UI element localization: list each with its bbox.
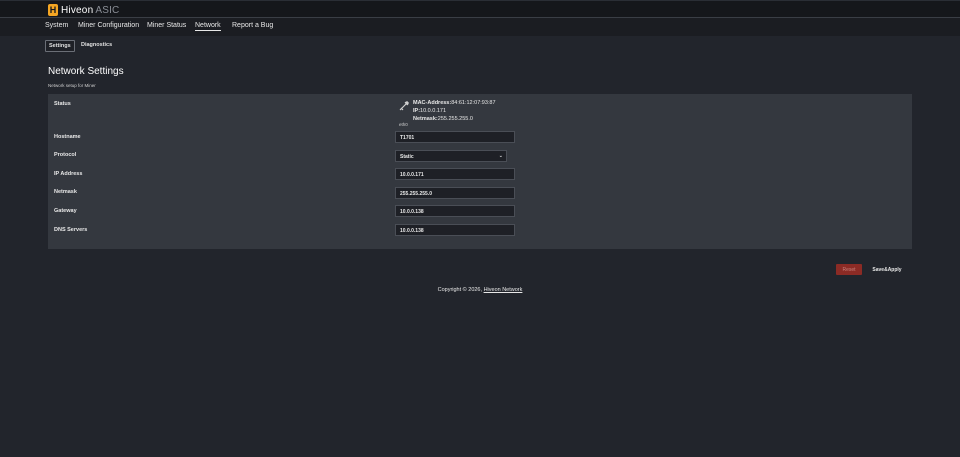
tab-settings[interactable]: Settings bbox=[45, 40, 75, 52]
nav-item-miner-status[interactable]: Miner Status bbox=[147, 22, 186, 29]
interface-name: eth0 bbox=[399, 122, 408, 127]
gateway-label: Gateway bbox=[54, 208, 77, 214]
gateway-input[interactable]: 10.0.0.138 bbox=[395, 205, 515, 217]
main-navigation: System Miner Configuration Miner Status … bbox=[0, 18, 960, 36]
hostname-label: Hostname bbox=[54, 134, 81, 140]
netmask-status: Netmask:255.255.255.0 bbox=[413, 116, 473, 122]
status-label: Status bbox=[54, 101, 71, 107]
reset-button[interactable]: Reset bbox=[836, 264, 862, 275]
chevron-down-icon: ⌄ bbox=[498, 153, 503, 159]
protocol-select[interactable]: Static ⌄ bbox=[395, 150, 507, 162]
nav-item-miner-configuration[interactable]: Miner Configuration bbox=[78, 22, 139, 29]
dns-servers-label: DNS Servers bbox=[54, 227, 88, 233]
nav-item-network[interactable]: Network bbox=[195, 22, 221, 31]
mac-address: MAC-Address:84:61:12:07:93:87 bbox=[413, 100, 496, 106]
hiveon-network-link[interactable]: Hiveon Network bbox=[484, 287, 523, 293]
brand-logo[interactable]: H Hiveon ASIC bbox=[48, 3, 119, 17]
brand-name: Hiveon ASIC bbox=[61, 4, 120, 16]
protocol-label: Protocol bbox=[54, 152, 77, 158]
hiveon-logo-icon: H bbox=[48, 4, 58, 16]
nav-item-system[interactable]: System bbox=[45, 22, 68, 29]
dns-servers-input[interactable]: 10.0.0.138 bbox=[395, 224, 515, 236]
nav-item-report-a-bug[interactable]: Report a Bug bbox=[232, 22, 273, 29]
netmask-label: Netmask bbox=[54, 189, 77, 195]
footer: Copyright © 2026, Hiveon Network bbox=[0, 287, 960, 293]
protocol-selected-value: Static bbox=[400, 154, 414, 160]
tab-diagnostics[interactable]: Diagnostics bbox=[78, 40, 115, 50]
interface-status: eth0 MAC-Address:84:61:12:07:93:87 IP:10… bbox=[398, 100, 598, 130]
netmask-input[interactable]: 255.255.255.0 bbox=[395, 187, 515, 199]
page-title: Network Settings bbox=[48, 66, 124, 77]
save-apply-button[interactable]: Save&Apply bbox=[866, 264, 908, 275]
page-description: Network setup for Miner bbox=[48, 83, 96, 88]
hostname-input[interactable]: T1701 bbox=[395, 131, 515, 143]
top-header: H Hiveon ASIC bbox=[0, 0, 960, 18]
copyright-text: Copyright © 2026, bbox=[437, 287, 483, 293]
ip-address-label: IP Address bbox=[54, 171, 83, 177]
sub-navigation: Settings Diagnostics bbox=[0, 36, 960, 54]
ip-address-input[interactable]: 10.0.0.171 bbox=[395, 168, 515, 180]
network-settings-panel: Status eth0 MAC-Address:84:61:12:07:93:8… bbox=[48, 94, 912, 249]
ip-status: IP:10.0.0.171 bbox=[413, 108, 447, 114]
ethernet-port-icon bbox=[399, 100, 410, 111]
